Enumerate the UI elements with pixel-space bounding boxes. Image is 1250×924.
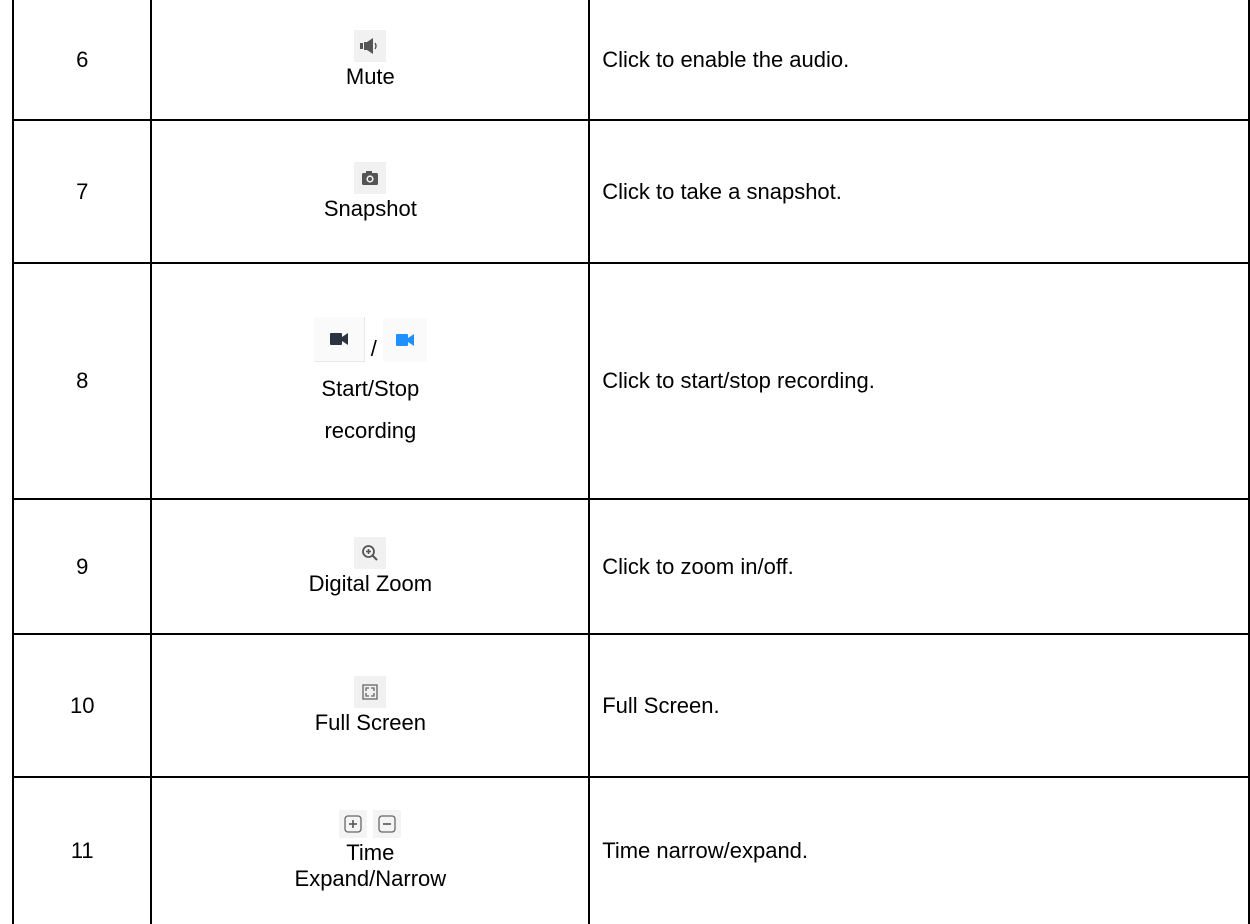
fullscreen-icon [354,675,387,708]
table-row: 7 Snapshot Click to take a snapshot. [11,119,1250,264]
button-label: Time [346,840,395,865]
row-number: 6 [11,0,153,121]
row-description: Click to start/stop recording. [588,262,1250,500]
row-description: Click to take a snapshot. [588,119,1250,264]
icon-cell: Full Screen [150,633,591,778]
button-label: Snapshot [323,195,417,221]
row-number: 8 [11,262,153,500]
row-number: 7 [11,119,153,264]
table-row: 11 Time Expand/Narrow Time narrow/expand… [11,776,1250,924]
record-active-icon [382,317,427,362]
row-description: Click to zoom in/off. [588,498,1250,635]
icon-cell: / Start/Stop recording [150,262,591,500]
button-label-line2: recording [324,417,417,443]
button-label: Start/Stop [321,375,420,401]
table-row: 8 / Start/Stop recording Click to start/… [11,262,1250,500]
row-description: Full Screen. [588,633,1250,778]
row-description: Time narrow/expand. [588,776,1250,924]
plus-icon [339,810,368,838]
icon-cell: Mute [150,0,591,121]
toolbar-description-table: 6 Mute Click to enable the audio. 7 Snap… [11,0,1250,924]
icon-cell: Snapshot [150,119,591,264]
table-row: 9 Digital Zoom Click to zoom in/off. [11,498,1250,635]
button-label: Mute [345,63,395,89]
record-icon [313,316,365,362]
row-number: 11 [11,776,153,924]
table-row: 6 Mute Click to enable the audio. [11,0,1250,121]
zoom-in-icon [354,536,387,569]
button-label: Digital Zoom [308,570,433,596]
table-row: 10 Full Screen Full Screen. [11,633,1250,778]
speaker-icon [354,29,387,62]
row-number: 9 [11,498,153,635]
icon-cell: Digital Zoom [150,498,591,635]
row-number: 10 [11,633,153,778]
button-label-line2: Expand/Narrow [294,866,447,891]
icon-cell: Time Expand/Narrow [150,776,591,924]
minus-icon [373,810,402,838]
row-description: Click to enable the audio. [588,0,1250,121]
camera-icon [354,161,387,194]
button-label: Full Screen [314,709,426,735]
icon-separator: / [370,335,377,361]
